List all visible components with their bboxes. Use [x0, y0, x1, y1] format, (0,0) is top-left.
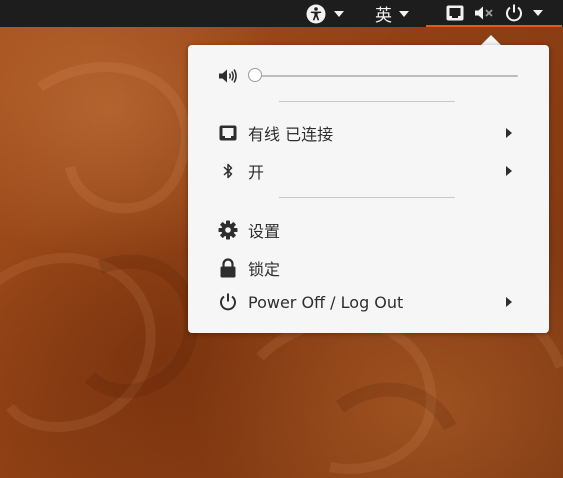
menu-separator — [279, 197, 455, 198]
input-method-label: 英 — [375, 6, 392, 26]
menu-item-label: Power Off / Log Out — [248, 292, 404, 312]
bluetooth-icon — [218, 161, 238, 181]
accessibility-icon — [306, 4, 326, 24]
menu-item-lock[interactable]: 锁定 — [188, 256, 549, 280]
power-icon — [504, 3, 524, 23]
menu-item-label: 锁定 — [248, 260, 281, 279]
menu-item-label: 开 — [248, 163, 265, 182]
chevron-down-icon — [334, 10, 344, 17]
gear-icon — [218, 220, 238, 240]
power-icon — [218, 292, 238, 312]
volume-control — [188, 65, 549, 87]
menu-pointer — [481, 35, 501, 45]
volume-slider-track[interactable] — [258, 75, 518, 77]
lock-icon — [218, 258, 238, 278]
system-menu: 有线 已连接 开 设置 锁定 Power Off / Log Out — [188, 45, 549, 333]
input-method-button[interactable]: 英 — [368, 0, 416, 27]
system-status-button[interactable] — [426, 0, 562, 27]
menu-item-label: 设置 — [248, 222, 281, 241]
chevron-down-icon — [532, 9, 543, 16]
chevron-right-icon — [506, 166, 512, 176]
menu-item-wired-network[interactable]: 有线 已连接 — [188, 121, 549, 145]
wired-network-icon — [446, 5, 464, 21]
menu-item-label: 有线 已连接 — [248, 125, 334, 144]
menu-separator — [279, 101, 455, 102]
menu-item-power-off-log-out[interactable]: Power Off / Log Out — [188, 290, 549, 314]
accessibility-menu-button[interactable] — [300, 0, 350, 27]
chevron-right-icon — [506, 128, 512, 138]
speaker-icon — [218, 66, 238, 86]
top-bar: 英 — [0, 0, 563, 27]
wired-network-icon — [218, 123, 238, 143]
volume-slider-handle[interactable] — [248, 68, 262, 82]
menu-item-bluetooth[interactable]: 开 — [188, 159, 549, 183]
chevron-right-icon — [506, 297, 512, 307]
chevron-down-icon — [399, 10, 409, 17]
menu-item-settings[interactable]: 设置 — [188, 218, 549, 242]
audio-muted-icon — [474, 5, 494, 21]
